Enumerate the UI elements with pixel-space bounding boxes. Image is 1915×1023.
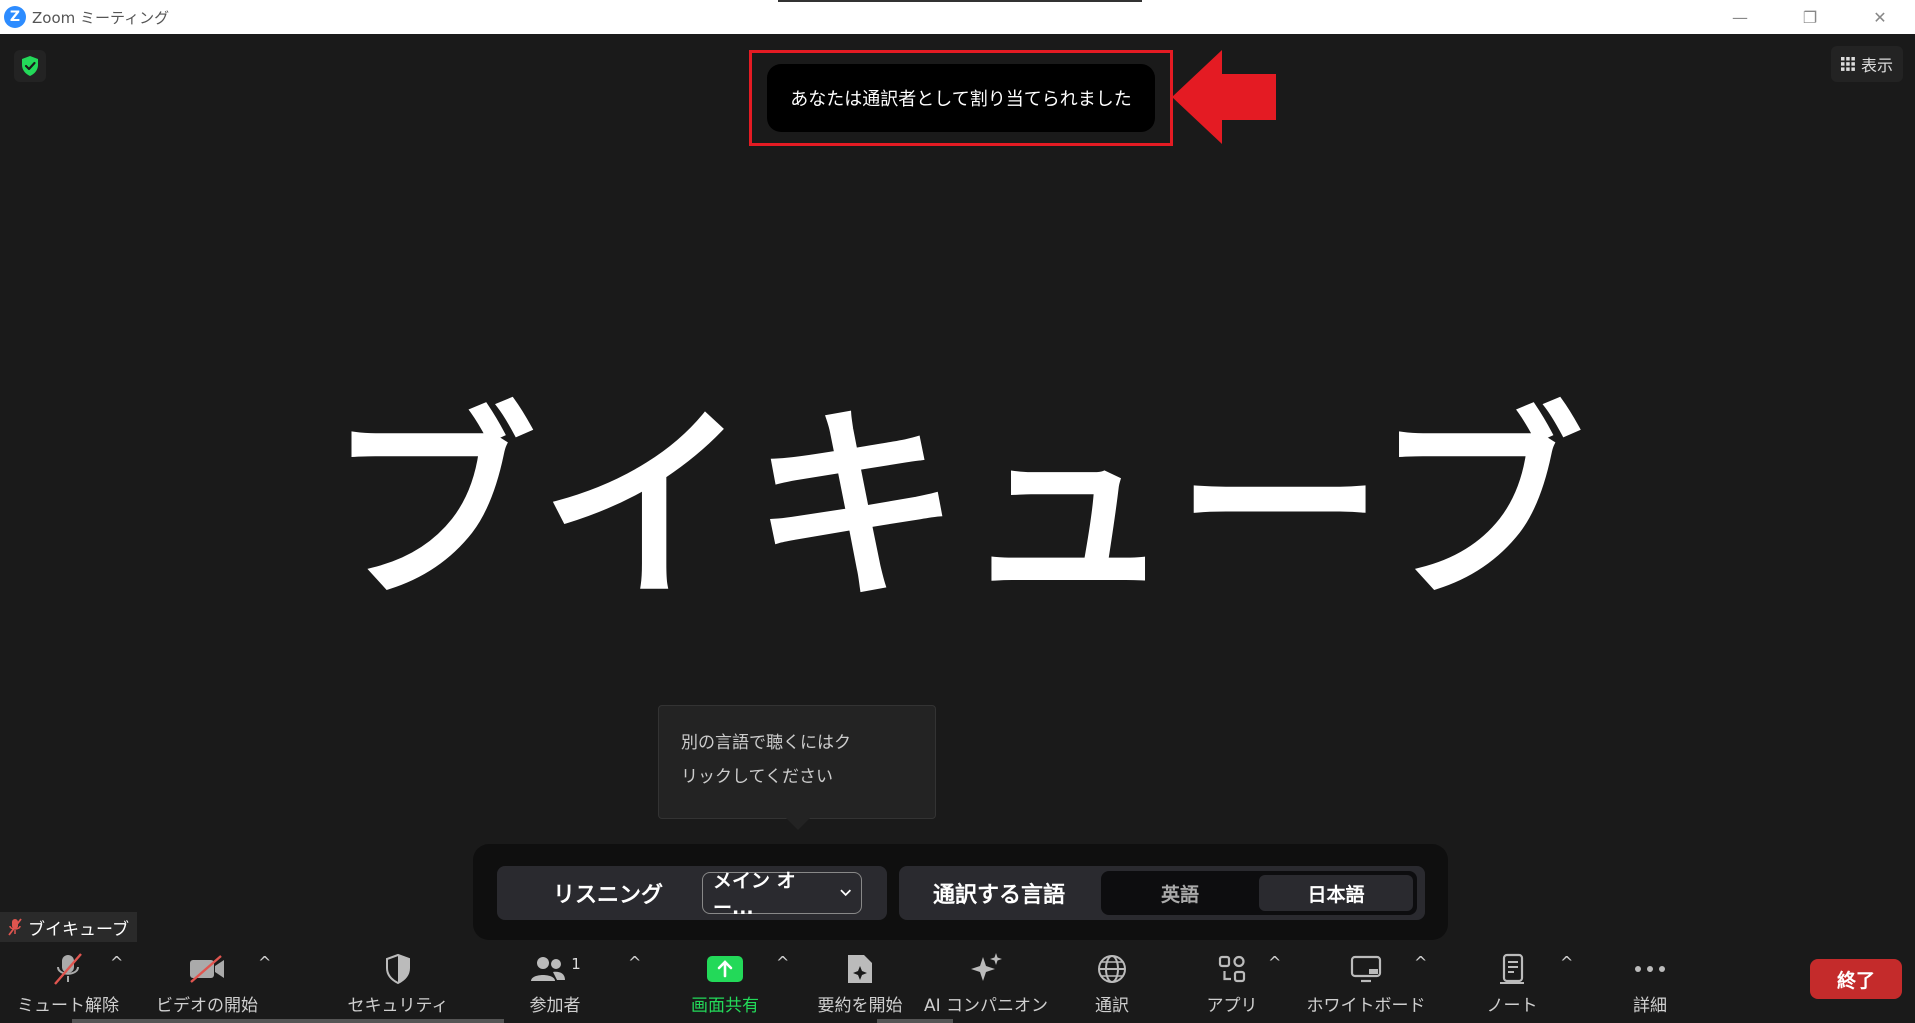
tooltip-line-2: リックしてください (681, 767, 833, 787)
listening-channel-select[interactable]: メイン オー... (702, 870, 862, 919)
interpreter-notice-text: あなたは通訳者として割り当てられました (790, 89, 1132, 110)
language-segmented-control: 英語 日本語 (1101, 871, 1417, 915)
listening-channel-value: メイン オー... (713, 870, 796, 919)
view-button[interactable]: 表示 (1830, 46, 1903, 82)
notes-button[interactable]: ノート (1470, 945, 1554, 1023)
interpreter-notice: あなたは通訳者として割り当てられました (767, 64, 1155, 132)
window-title: Zoom ミーティング (32, 8, 170, 27)
notes-options-caret[interactable]: ^ (1560, 953, 1573, 972)
language-tooltip: 別の言語で聴くにはク リックしてください (658, 705, 936, 819)
more-label: 詳細 (1633, 996, 1667, 1016)
unmute-label: ミュート解除 (17, 996, 119, 1016)
notes-icon (1500, 953, 1524, 984)
ai-companion-button[interactable]: AI コンパニオン (924, 945, 1048, 1023)
language-option-english[interactable]: 英語 (1105, 875, 1255, 911)
listening-panel: リスニング メイン オー... (497, 866, 887, 920)
close-button[interactable]: ✕ (1845, 0, 1915, 34)
shield-check-icon (22, 56, 38, 76)
start-video-button[interactable]: ビデオの開始 (155, 945, 259, 1023)
start-summary-label: 要約を開始 (817, 996, 903, 1016)
more-dots-icon (1635, 966, 1665, 972)
apps-button[interactable]: アプリ (1190, 945, 1274, 1023)
grid-icon (1840, 57, 1855, 71)
ai-companion-label: AI コンパニオン (923, 996, 1049, 1016)
muted-mic-icon (54, 953, 82, 985)
highlight-box: あなたは通訳者として割り当てられました (749, 50, 1173, 146)
share-screen-icon (707, 956, 743, 982)
window-controls: — ❐ ✕ (1705, 0, 1915, 34)
participant-count: 1 (571, 955, 581, 973)
whiteboard-label: ホワイトボード (1306, 996, 1426, 1016)
interpretation-bar: リスニング メイン オー... 通訳する言語 英語 日本語 (473, 844, 1448, 940)
video-off-icon (190, 955, 224, 983)
language-option-japanese[interactable]: 日本語 (1259, 875, 1413, 911)
apps-label: アプリ (1206, 996, 1258, 1016)
restore-button[interactable]: ❐ (1775, 0, 1845, 34)
meeting-toolbar: ミュート解除 ^ ビデオの開始 ^ セキュリティ 1 参加者 ^ 画面共有 ^ … (0, 945, 1915, 1023)
security-button[interactable]: セキュリティ (347, 945, 449, 1023)
share-screen-label: 画面共有 (691, 996, 759, 1016)
video-options-caret[interactable]: ^ (258, 953, 271, 972)
interpret-language-label: 通訳する言語 (933, 883, 1066, 908)
scroll-indicator (72, 1019, 504, 1023)
share-options-caret[interactable]: ^ (776, 953, 789, 972)
encryption-shield-button[interactable] (14, 50, 46, 82)
participant-name-tag: ブイキューブ (0, 912, 137, 942)
scroll-indicator-secondary (877, 1019, 953, 1023)
unmute-button[interactable]: ミュート解除 (17, 945, 119, 1023)
tooltip-tail (786, 818, 810, 830)
shield-icon (386, 953, 410, 985)
sparkle-icon (971, 953, 1002, 981)
muted-mic-icon (8, 918, 22, 936)
start-video-label: ビデオの開始 (156, 996, 258, 1016)
people-icon (531, 957, 566, 981)
red-arrow-icon (1172, 50, 1276, 144)
listening-label: リスニング (553, 883, 664, 908)
minimize-button[interactable]: — (1705, 0, 1775, 34)
whiteboard-button[interactable]: ホワイトボード (1307, 945, 1426, 1023)
whiteboard-icon (1350, 955, 1382, 983)
audio-options-caret[interactable]: ^ (110, 953, 123, 972)
summary-document-icon (848, 955, 872, 983)
chevron-down-icon (839, 889, 851, 897)
globe-icon (1098, 955, 1126, 983)
name-tag-text: ブイキューブ (28, 919, 129, 940)
title-bar: Z Zoom ミーティング — ❐ ✕ (0, 0, 1915, 34)
participant-display-name: ブイキューブ (327, 387, 1588, 629)
tooltip-line-1: 別の言語で聴くにはク (681, 733, 851, 753)
participants-button[interactable]: 1 参加者 (515, 945, 595, 1023)
end-meeting-button[interactable]: 終了 (1810, 959, 1902, 999)
security-label: セキュリティ (347, 996, 449, 1016)
participants-options-caret[interactable]: ^ (628, 953, 641, 972)
notes-label: ノート (1486, 996, 1538, 1016)
apps-icon (1218, 955, 1246, 983)
view-label: 表示 (1860, 56, 1893, 75)
zoom-logo-icon: Z (4, 6, 26, 28)
share-screen-button[interactable]: 画面共有 (682, 945, 768, 1023)
more-button[interactable]: 詳細 (1608, 945, 1692, 1023)
participants-label: 参加者 (529, 996, 581, 1016)
meeting-stage: 表示 あなたは通訳者として割り当てられました ブイキューブ 別の言語で聴くにはク… (0, 34, 1915, 1023)
interpret-language-panel: 通訳する言語 英語 日本語 (899, 866, 1425, 920)
interpretation-label: 通訳 (1095, 996, 1129, 1016)
start-summary-button[interactable]: 要約を開始 (812, 945, 908, 1023)
interpretation-button[interactable]: 通訳 (1070, 945, 1154, 1023)
apps-options-caret[interactable]: ^ (1268, 953, 1281, 972)
title-strip (778, 0, 1142, 2)
whiteboard-options-caret[interactable]: ^ (1414, 953, 1427, 972)
